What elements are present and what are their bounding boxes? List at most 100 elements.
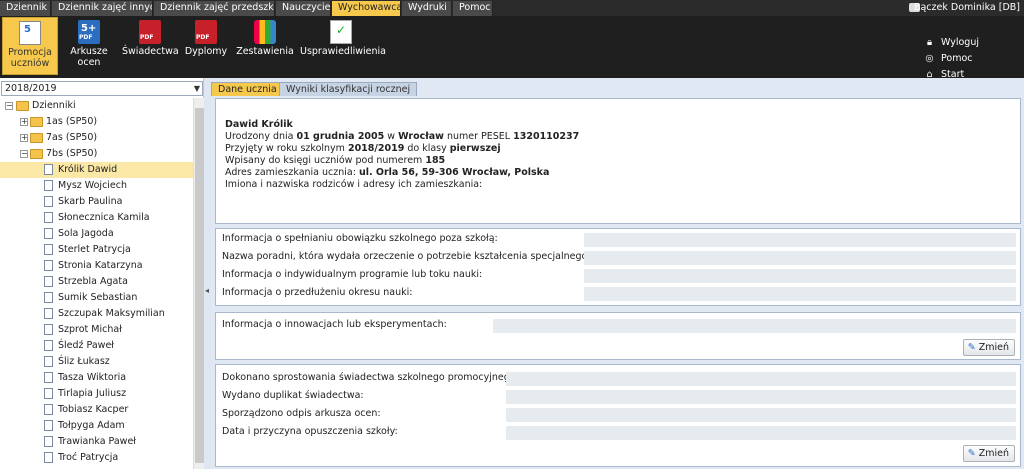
promote-students-button[interactable]: Promocja uczniów <box>2 17 58 75</box>
edit-certificates-button[interactable]: ✎ Zmień <box>962 445 1015 462</box>
field-individual-program <box>584 269 1016 283</box>
field-innovations <box>493 319 1016 333</box>
tree-student-item[interactable]: Skarb Paulina <box>0 194 193 210</box>
tree-student-item[interactable]: Sumik Sebastian <box>0 290 193 306</box>
certificates-panel: Dokonano sprostowania świadectwa szkolne… <box>215 364 1021 467</box>
student-document-icon <box>44 356 53 367</box>
folder-open-icon <box>16 101 29 111</box>
panel-collapse-handle[interactable]: ◂ <box>204 78 211 469</box>
student-label: Tirlapia Juliusz <box>58 388 127 399</box>
student-document-icon <box>44 372 53 383</box>
student-name: Dawid Królik <box>225 119 293 130</box>
certificates-button[interactable]: Świadectwa <box>122 17 179 75</box>
certificates-pdf-icon <box>139 20 161 44</box>
help-link[interactable]: ◎ Pomoc <box>924 51 994 67</box>
student-document-icon <box>44 164 53 175</box>
row-compulsory-schooling: Informacja o spełnianiu obowiązku szkoln… <box>222 233 498 244</box>
student-label: Szprot Michał <box>58 324 122 335</box>
tree-student-item[interactable]: Śledź Paweł <box>0 338 193 354</box>
class-label: 1as (SP50) <box>46 116 98 127</box>
expand-icon[interactable]: + <box>20 118 28 126</box>
reports-button[interactable]: Zestawienia <box>235 17 295 75</box>
user-name[interactable]: Bączek Dominika [DB] <box>914 1 1020 15</box>
student-label: Tasza Wiktoria <box>58 372 127 383</box>
tree-student-item[interactable]: Słonecznica Kamila <box>0 210 193 226</box>
tree-student-item[interactable]: Stronia Katarzyna <box>0 258 193 274</box>
row-certificate-correction: Dokonano sprostowania świadectwa szkolne… <box>222 372 519 383</box>
student-label: Troć Patrycja <box>58 452 119 463</box>
tree-student-item[interactable]: Śliz Łukasz <box>0 354 193 370</box>
folder-icon <box>30 149 43 159</box>
student-label: Sterlet Patrycja <box>58 244 131 255</box>
student-label: Tołpyga Adam <box>58 420 125 431</box>
chevron-down-icon: ▼ <box>193 84 200 93</box>
tab-dziennik-zajec-innych[interactable]: Dziennik zajęć innych <box>52 1 153 16</box>
excuses-button[interactable]: Usprawiedliwienia <box>300 17 386 75</box>
class-label: 7as (SP50) <box>46 132 98 143</box>
tree-student-item[interactable]: Mysz Wojciech <box>0 178 193 194</box>
collapse-icon[interactable]: − <box>5 102 13 110</box>
tree-student-item[interactable]: Sterlet Patrycja <box>0 242 193 258</box>
pencil-icon: ✎ <box>967 342 976 353</box>
student-label: Sola Jagoda <box>58 228 114 239</box>
tab-nauczyciel[interactable]: Nauczyciel <box>276 1 331 16</box>
ribbon-toolbar: Promocja uczniów Arkusze ocen Świadectwa… <box>0 16 1024 80</box>
logout-link[interactable]: 🔒︎ Wyloguj <box>924 35 994 51</box>
tab-wychowawca[interactable]: Wychowawca <box>332 1 401 16</box>
promotion-icon <box>19 21 41 45</box>
school-year-select[interactable]: 2018/2019 ▼ <box>1 81 203 96</box>
birth-info: Urodzony dnia 01 grudnia 2005 w Wrocław … <box>225 131 580 142</box>
tree-student-item[interactable]: Szprot Michał <box>0 322 193 338</box>
main-content: Dane ucznia Wyniki klasyfikacji rocznej … <box>211 78 1024 469</box>
excuses-icon <box>330 20 352 44</box>
tab-dziennik[interactable]: Dziennik <box>0 1 51 16</box>
student-label: Skarb Paulina <box>58 196 123 207</box>
tree-student-item[interactable]: Troć Patrycja <box>0 450 193 466</box>
tree-class-item[interactable]: +1as (SP50) <box>0 114 193 130</box>
education-info-panel: Informacja o spełnianiu obowiązku szkoln… <box>215 228 1021 306</box>
student-document-icon <box>44 180 53 191</box>
tree-student-item[interactable]: Szczupak Maksymilian <box>0 306 193 322</box>
tree-student-item[interactable]: Królik Dawid <box>0 162 193 178</box>
session-actions: 🔒︎ Wyloguj ◎ Pomoc ⌂ Start <box>924 35 994 83</box>
tree-student-item[interactable]: Tasza Wiktoria <box>0 370 193 386</box>
row-grade-sheet-copy: Sporządzono odpis arkusza ocen: <box>222 408 381 419</box>
student-label: Słonecznica Kamila <box>58 212 150 223</box>
student-label: Trawianka Paweł <box>58 436 136 447</box>
tab-pomoc[interactable]: Pomoc <box>453 1 493 16</box>
student-document-icon <box>44 292 53 303</box>
diplomas-button[interactable]: Dyplomy <box>183 17 229 75</box>
tree-student-item[interactable]: Sola Jagoda <box>0 226 193 242</box>
student-document-icon <box>44 244 53 255</box>
tab-annual-results[interactable]: Wyniki klasyfikacji rocznej <box>279 82 418 96</box>
student-document-icon <box>44 340 53 351</box>
tree-student-item[interactable]: Tołpyga Adam <box>0 418 193 434</box>
student-document-icon <box>44 276 53 287</box>
tree-student-item[interactable]: Strzebla Agata <box>0 274 193 290</box>
tree-class-item[interactable]: − 7bs (SP50) <box>0 146 193 162</box>
lock-icon: 🔒︎ <box>926 37 933 48</box>
field-counseling-center <box>584 251 1016 265</box>
tab-student-data[interactable]: Dane ucznia <box>211 82 284 96</box>
tree-student-item[interactable]: Tirlapia Juliusz <box>0 386 193 402</box>
tree-class-item[interactable]: +7as (SP50) <box>0 130 193 146</box>
expand-icon[interactable]: + <box>20 134 28 142</box>
expand-icon[interactable]: − <box>20 150 28 158</box>
student-label: Śliz Łukasz <box>58 356 110 367</box>
admission-info: Przyjęty w roku szkolnym 2018/2019 do kl… <box>225 143 501 154</box>
tab-wydruki[interactable]: Wydruki <box>402 1 452 16</box>
student-label: Śledź Paweł <box>58 340 114 351</box>
tree-scrollbar[interactable] <box>193 98 204 469</box>
grade-sheets-button[interactable]: Arkusze ocen <box>64 17 114 75</box>
tree-root-label: Dzienniki <box>32 100 76 111</box>
tree-student-item[interactable]: Tobiasz Kacper <box>0 402 193 418</box>
student-document-icon <box>44 308 53 319</box>
edit-innovations-button[interactable]: ✎ Zmień <box>962 339 1015 356</box>
tree-root-dzienniki[interactable]: − Dzienniki <box>0 98 193 114</box>
diplomas-pdf-icon <box>195 20 217 44</box>
tree-student-item[interactable]: Trawianka Paweł <box>0 434 193 450</box>
scrollbar-thumb[interactable] <box>195 108 204 463</box>
student-label: Królik Dawid <box>58 164 118 175</box>
student-label: Strzebla Agata <box>58 276 128 287</box>
tab-dziennik-zajec-przedszkola[interactable]: Dziennik zajęć przedszkola <box>154 1 275 16</box>
